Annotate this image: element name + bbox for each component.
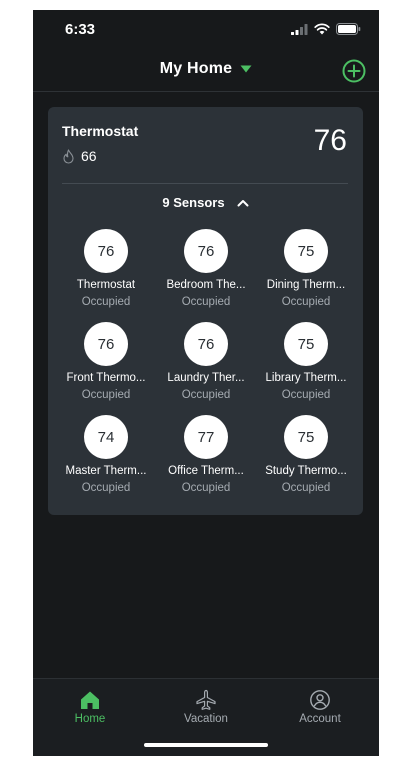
sensor-status: Occupied <box>181 296 231 308</box>
sensor-tile[interactable]: 76 Bedroom The... Occupied <box>156 229 256 319</box>
sensors-toggle[interactable]: 9 Sensors <box>48 195 363 210</box>
home-title: My Home <box>159 60 233 77</box>
sensor-name: Dining Therm... <box>266 279 346 291</box>
sensor-status: Occupied <box>81 389 131 401</box>
sensor-name: Library Therm... <box>265 372 347 384</box>
sensor-status: Occupied <box>281 296 331 308</box>
nav-item-vacation[interactable]: Vacation <box>161 687 251 731</box>
setpoint-value: 66 <box>81 148 97 164</box>
account-icon <box>310 690 330 710</box>
airplane-icon <box>196 689 216 710</box>
nav-label: Account <box>299 713 341 725</box>
card-divider <box>62 183 348 184</box>
thermostat-title: Thermostat <box>62 123 139 139</box>
sensor-status: Occupied <box>181 482 231 494</box>
sensor-temperature: 76 <box>184 229 228 273</box>
sensor-name: Bedroom The... <box>166 279 246 291</box>
status-time: 6:33 <box>65 21 96 38</box>
sensor-temperature: 76 <box>184 322 228 366</box>
sensor-tile[interactable]: 74 Master Therm... Occupied <box>56 415 156 505</box>
sensor-temperature: 75 <box>284 415 328 459</box>
caret-down-icon <box>240 65 252 73</box>
header-divider <box>33 91 379 92</box>
status-bar: 6:33 <box>33 10 379 50</box>
chevron-up-icon <box>237 199 249 206</box>
sensor-name: Master Therm... <box>65 465 147 477</box>
sensor-name: Front Thermo... <box>66 372 146 384</box>
sensor-name: Laundry Ther... <box>167 372 245 384</box>
app-screen: 6:33 My Home Thermostat 66 76 9 Sensors … <box>33 10 379 756</box>
app-header: My Home <box>33 50 379 92</box>
nav-item-account[interactable]: Account <box>275 687 365 731</box>
sensor-status: Occupied <box>81 296 131 308</box>
sensor-temperature: 76 <box>84 322 128 366</box>
sensor-status: Occupied <box>81 482 131 494</box>
sensor-tile[interactable]: 75 Dining Therm... Occupied <box>256 229 356 319</box>
battery-icon <box>336 23 361 35</box>
sensor-tile[interactable]: 76 Laundry Ther... Occupied <box>156 322 256 412</box>
signal-icon <box>291 23 308 35</box>
sensor-temperature: 74 <box>84 415 128 459</box>
sensor-name: Thermostat <box>76 279 136 291</box>
current-temperature: 76 <box>313 124 347 157</box>
sensor-tile[interactable]: 75 Study Thermo... Occupied <box>256 415 356 505</box>
heat-setpoint[interactable]: 66 <box>62 148 97 164</box>
sensor-status: Occupied <box>181 389 231 401</box>
nav-label: Vacation <box>184 713 228 725</box>
sensor-tile[interactable]: 76 Thermostat Occupied <box>56 229 156 319</box>
add-button[interactable] <box>341 58 367 84</box>
home-selector[interactable]: My Home <box>33 60 379 78</box>
nav-item-home[interactable]: Home <box>45 687 135 731</box>
sensor-tile[interactable]: 75 Library Therm... Occupied <box>256 322 356 412</box>
home-icon <box>81 691 99 709</box>
sensor-name: Office Therm... <box>168 465 244 477</box>
wifi-icon <box>314 23 330 35</box>
sensor-status: Occupied <box>281 389 331 401</box>
status-icons <box>291 23 361 35</box>
thermostat-card[interactable]: Thermostat 66 76 9 Sensors 76 Thermostat… <box>48 107 363 515</box>
sensor-tile[interactable]: 76 Front Thermo... Occupied <box>56 322 156 412</box>
sensor-tile[interactable]: 77 Office Therm... Occupied <box>156 415 256 505</box>
sensor-status: Occupied <box>281 482 331 494</box>
sensor-temperature: 77 <box>184 415 228 459</box>
nav-label: Home <box>74 713 106 725</box>
sensors-count-label: 9 Sensors <box>162 195 225 210</box>
home-indicator <box>144 743 268 747</box>
sensor-name: Study Thermo... <box>265 465 347 477</box>
sensor-temperature: 75 <box>284 229 328 273</box>
sensor-temperature: 75 <box>284 322 328 366</box>
sensor-temperature: 76 <box>84 229 128 273</box>
flame-icon <box>63 148 74 164</box>
